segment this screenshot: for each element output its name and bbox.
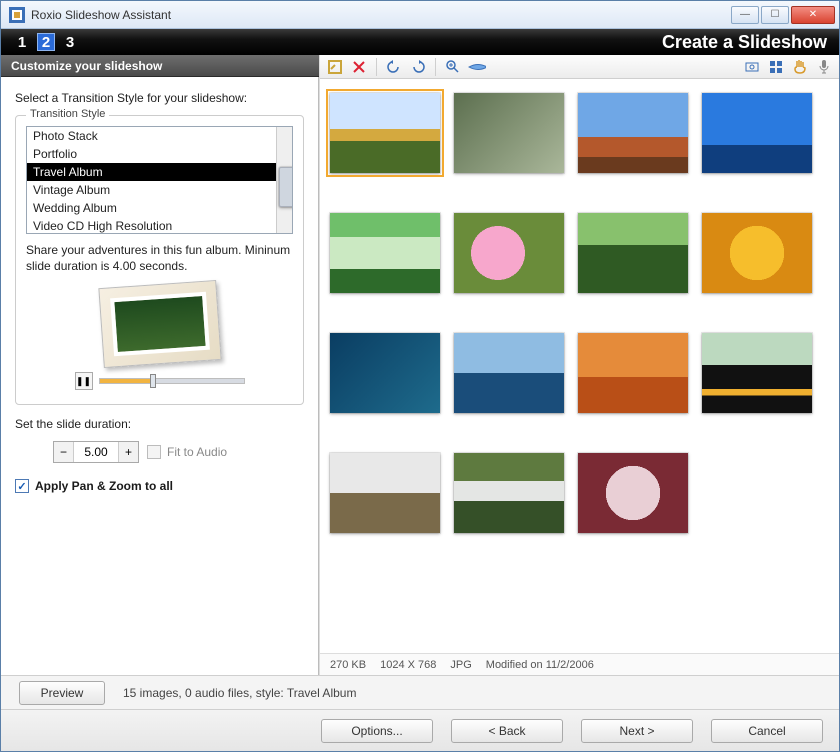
maximize-button[interactable]: ☐ xyxy=(761,6,789,24)
step-bar: 1 2 3 Create a Slideshow xyxy=(1,29,839,55)
step-3[interactable]: 3 xyxy=(61,33,79,51)
duration-increment[interactable]: + xyxy=(118,442,138,462)
list-item[interactable]: Video CD High Resolution xyxy=(27,217,276,234)
thumbnail-orange-flowers[interactable] xyxy=(702,213,812,293)
thumbnail-bare-trees-fog[interactable] xyxy=(330,453,440,533)
thumbnail-gallery xyxy=(320,79,839,653)
duration-decrement[interactable]: − xyxy=(54,442,74,462)
options-button[interactable]: Options... xyxy=(321,719,433,743)
list-item[interactable]: Travel Album xyxy=(27,163,276,181)
thumbnail-frosty-leaves[interactable] xyxy=(578,453,688,533)
status-size: 270 KB xyxy=(330,659,366,671)
status-modified: Modified on 11/2/2006 xyxy=(486,659,594,671)
thumbnail-toucan[interactable] xyxy=(702,333,812,413)
subheader: Customize your slideshow xyxy=(1,55,319,77)
thumbnail-meadow-trees[interactable] xyxy=(578,213,688,293)
scroll-thumb[interactable] xyxy=(279,167,293,207)
edit-icon[interactable] xyxy=(326,58,344,76)
thumbnail-autumn-trees[interactable] xyxy=(330,93,440,173)
thumbnail-glacier-lagoon[interactable] xyxy=(702,93,812,173)
thumbnail-pink-blossom[interactable] xyxy=(454,213,564,293)
preview-slider[interactable] xyxy=(99,378,245,384)
step-bar-title: Create a Slideshow xyxy=(662,32,827,53)
wizard-steps: 1 2 3 xyxy=(13,33,79,51)
left-body: Select a Transition Style for your slide… xyxy=(1,77,318,675)
window-controls: — ☐ ✕ xyxy=(731,6,835,24)
preview-button[interactable]: Preview xyxy=(19,681,105,705)
zoom-icon[interactable] xyxy=(444,58,462,76)
transition-legend: Transition Style xyxy=(26,108,109,120)
app-window: Roxio Slideshow Assistant — ☐ ✕ 1 2 3 Cr… xyxy=(0,0,840,752)
titlebar: Roxio Slideshow Assistant — ☐ ✕ xyxy=(1,1,839,29)
pause-button[interactable]: ❚❚ xyxy=(75,372,93,390)
app-icon xyxy=(9,7,25,23)
close-button[interactable]: ✕ xyxy=(791,6,835,24)
transition-preview xyxy=(98,280,221,368)
toolbar-separator xyxy=(376,58,377,76)
thumbnail-mountain-stream[interactable] xyxy=(454,93,564,173)
transition-select-label: Select a Transition Style for your slide… xyxy=(15,91,304,105)
transition-listbox[interactable]: Photo Stack Portfolio Travel Album Vinta… xyxy=(26,126,293,234)
cancel-button[interactable]: Cancel xyxy=(711,719,823,743)
duration-stepper[interactable]: − + xyxy=(53,441,139,463)
hand-icon[interactable] xyxy=(791,58,809,76)
apply-pan-zoom-checkbox[interactable]: ✓ xyxy=(15,479,29,493)
rotate-left-icon[interactable] xyxy=(385,58,403,76)
back-button[interactable]: < Back xyxy=(451,719,563,743)
transition-description: Share your adventures in this fun album.… xyxy=(26,242,293,274)
footer-actions: Options... < Back Next > Cancel xyxy=(1,709,839,751)
footer-summary: Preview 15 images, 0 audio files, style:… xyxy=(1,675,839,709)
thumbnail-sand-dunes[interactable] xyxy=(578,333,688,413)
next-button[interactable]: Next > xyxy=(581,719,693,743)
minimize-button[interactable]: — xyxy=(731,6,759,24)
window-title: Roxio Slideshow Assistant xyxy=(31,8,731,22)
fit-to-audio[interactable]: Fit to Audio xyxy=(147,445,227,459)
mic-icon[interactable] xyxy=(815,58,833,76)
fit-to-audio-label: Fit to Audio xyxy=(167,445,227,459)
duration-label: Set the slide duration: xyxy=(15,417,304,431)
list-item[interactable]: Wedding Album xyxy=(27,199,276,217)
thumbnail-forest-path[interactable] xyxy=(330,213,440,293)
duration-row: − + Fit to Audio xyxy=(15,441,304,463)
list-scrollbar[interactable] xyxy=(276,127,292,233)
grid-icon[interactable] xyxy=(767,58,785,76)
fit-to-audio-checkbox[interactable] xyxy=(147,445,161,459)
list-item[interactable]: Vintage Album xyxy=(27,181,276,199)
toolbar-separator xyxy=(435,58,436,76)
right-panel: 270 KB 1024 X 768 JPG Modified on 11/2/2… xyxy=(319,55,839,675)
left-panel: Customize your slideshow Select a Transi… xyxy=(1,55,319,675)
status-dimensions: 1024 X 768 xyxy=(380,659,436,671)
summary-text: 15 images, 0 audio files, style: Travel … xyxy=(123,686,356,700)
slider-thumb[interactable] xyxy=(150,374,156,388)
step-1[interactable]: 1 xyxy=(13,33,31,51)
thumbnail-sea-turtle[interactable] xyxy=(330,333,440,413)
rotate-right-icon[interactable] xyxy=(409,58,427,76)
panorama-icon[interactable] xyxy=(468,58,486,76)
status-format: JPG xyxy=(450,659,471,671)
thumbnail-desert-butte[interactable] xyxy=(578,93,688,173)
duration-input[interactable] xyxy=(74,442,118,462)
list-item[interactable]: Portfolio xyxy=(27,145,276,163)
thumbnail-waterfall[interactable] xyxy=(454,453,564,533)
identify-icon[interactable] xyxy=(743,58,761,76)
status-bar: 270 KB 1024 X 768 JPG Modified on 11/2/2… xyxy=(320,653,839,675)
apply-pan-zoom-label: Apply Pan & Zoom to all xyxy=(35,479,173,493)
apply-pan-zoom[interactable]: ✓ Apply Pan & Zoom to all xyxy=(15,479,304,493)
list-item[interactable]: Photo Stack xyxy=(27,127,276,145)
transition-fieldset: Transition Style Photo Stack Portfolio T… xyxy=(15,115,304,405)
gallery-toolbar xyxy=(320,55,839,79)
preview-progress: ❚❚ xyxy=(75,372,245,390)
content: Customize your slideshow Select a Transi… xyxy=(1,55,839,675)
delete-icon[interactable] xyxy=(350,58,368,76)
thumbnail-whale-tail[interactable] xyxy=(454,333,564,413)
step-2[interactable]: 2 xyxy=(37,33,55,51)
